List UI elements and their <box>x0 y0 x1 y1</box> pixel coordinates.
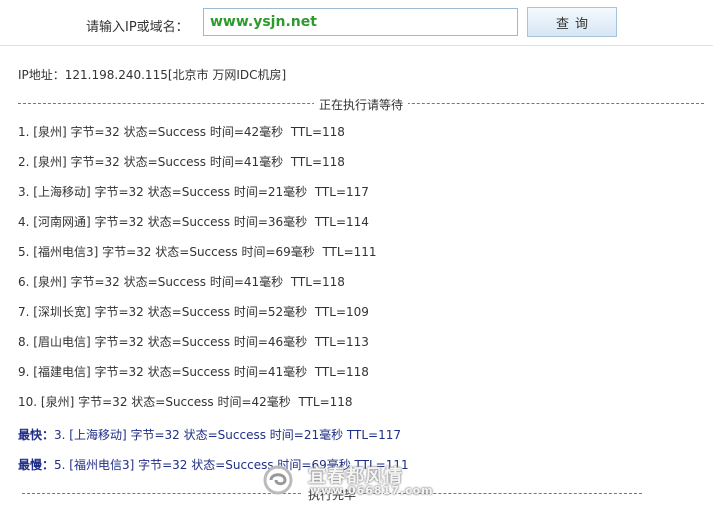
result-bytes: 字节=32 <box>94 335 144 349</box>
result-status: 状态=Success <box>147 365 231 379</box>
ip-address-info: IP地址：121.198.240.115[北京市 万网IDC机房] <box>18 68 287 82</box>
result-location: [福建电信] <box>33 365 91 379</box>
result-status: 状态=Success <box>147 335 231 349</box>
watermark-url: www.066817.com <box>310 484 434 497</box>
result-location: [泉州] <box>33 125 67 139</box>
result-status: 状态=Success <box>131 395 214 409</box>
result-bytes: 字节=32 <box>94 305 144 319</box>
watermark: 宜春都风情 www.066817.com <box>262 460 454 500</box>
result-row: 10. [泉州] 字节=32 状态=Success 时间=42毫秒 TTL=11… <box>18 396 377 426</box>
result-bytes: 字节=32 <box>94 365 144 379</box>
result-ttl: TTL=111 <box>322 245 377 259</box>
result-time: 时间=41毫秒 <box>209 155 284 169</box>
result-bytes: 字节=32 <box>70 275 120 289</box>
ping-results-list: 1. [泉州] 字节=32 状态=Success 时间=42毫秒 TTL=118… <box>18 126 377 426</box>
result-status: 状态=Success <box>123 125 207 139</box>
result-row: 1. [泉州] 字节=32 状态=Success 时间=42毫秒 TTL=118 <box>18 126 377 156</box>
result-time: 时间=41毫秒 <box>233 365 308 379</box>
result-index: 4. <box>18 215 30 229</box>
result-row: 8. [眉山电信] 字节=32 状态=Success 时间=46毫秒 TTL=1… <box>18 336 377 366</box>
swirl-logo-icon <box>263 465 293 495</box>
result-location: [泉州] <box>33 155 67 169</box>
divider-running-text: 正在执行请等待 <box>313 98 408 112</box>
result-index: 2. <box>18 155 30 169</box>
search-label: 请输入IP或域名： <box>86 20 189 35</box>
search-input[interactable] <box>203 8 518 36</box>
result-bytes: 字节=32 <box>94 215 144 229</box>
search-bar: 请输入IP或域名： 查询 <box>0 0 713 46</box>
result-row: 9. [福建电信] 字节=32 状态=Success 时间=41毫秒 TTL=1… <box>18 366 377 396</box>
result-index: 1. <box>18 125 30 139</box>
result-location: [上海移动] <box>33 185 91 199</box>
result-time: 时间=21毫秒 <box>233 185 308 199</box>
result-status: 状态=Success <box>147 305 231 319</box>
result-row: 6. [泉州] 字节=32 状态=Success 时间=41毫秒 TTL=118 <box>18 276 377 306</box>
result-ttl: TTL=113 <box>314 335 369 349</box>
result-index: 5. <box>18 245 30 259</box>
result-time: 时间=42毫秒 <box>209 125 284 139</box>
result-row: 2. [泉州] 字节=32 状态=Success 时间=41毫秒 TTL=118 <box>18 156 377 186</box>
result-bytes: 字节=32 <box>70 125 120 139</box>
result-bytes: 字节=32 <box>70 155 120 169</box>
result-time: 时间=69毫秒 <box>241 245 315 259</box>
result-location: [眉山电信] <box>33 335 91 349</box>
result-ttl: TTL=117 <box>314 185 369 199</box>
result-index: 3. <box>18 185 30 199</box>
result-status: 状态=Success <box>123 275 207 289</box>
result-index: 7. <box>18 305 30 319</box>
query-button[interactable]: 查询 <box>527 7 617 37</box>
result-ttl: TTL=114 <box>314 215 369 229</box>
result-index: 9. <box>18 365 30 379</box>
result-row: 7. [深圳长宽] 字节=32 状态=Success 时间=52毫秒 TTL=1… <box>18 306 377 336</box>
result-location: [泉州] <box>40 395 75 409</box>
result-time: 时间=42毫秒 <box>217 395 291 409</box>
result-ttl: TTL=109 <box>314 305 369 319</box>
result-index: 8. <box>18 335 30 349</box>
fastest-result: 最快：3. [上海移动] 字节=32 状态=Success 时间=21毫秒 TT… <box>18 426 401 443</box>
result-time: 时间=36毫秒 <box>233 215 308 229</box>
result-row: 5. [福州电信3] 字节=32 状态=Success 时间=69毫秒 TTL=… <box>18 246 377 276</box>
result-status: 状态=Success <box>147 215 231 229</box>
result-status: 状态=Success <box>123 155 207 169</box>
result-status: 状态=Success <box>147 185 231 199</box>
result-status: 状态=Success <box>155 245 238 259</box>
fastest-text: 3. [上海移动] 字节=32 状态=Success 时间=21毫秒 TTL=1… <box>54 428 402 442</box>
result-row: 4. [河南网通] 字节=32 状态=Success 时间=36毫秒 TTL=1… <box>18 216 377 246</box>
result-bytes: 字节=32 <box>94 185 144 199</box>
result-row: 3. [上海移动] 字节=32 状态=Success 时间=21毫秒 TTL=1… <box>18 186 377 216</box>
result-ttl: TTL=118 <box>290 125 345 139</box>
result-ttl: TTL=118 <box>314 365 369 379</box>
result-time: 时间=52毫秒 <box>233 305 308 319</box>
result-time: 时间=41毫秒 <box>209 275 284 289</box>
result-bytes: 字节=32 <box>78 395 128 409</box>
result-index: 10. <box>18 395 38 409</box>
result-location: [泉州] <box>33 275 67 289</box>
fastest-label: 最快： <box>18 428 55 442</box>
result-location: [河南网通] <box>33 215 91 229</box>
result-ttl: TTL=118 <box>290 275 345 289</box>
result-location: [深圳长宽] <box>33 305 91 319</box>
result-time: 时间=46毫秒 <box>233 335 308 349</box>
divider-running: 正在执行请等待 <box>18 96 704 112</box>
result-index: 6. <box>18 275 30 289</box>
result-ttl: TTL=118 <box>290 155 345 169</box>
result-ttl: TTL=118 <box>298 395 353 409</box>
result-bytes: 字节=32 <box>102 245 152 259</box>
slowest-label: 最慢： <box>18 458 55 472</box>
result-location: [福州电信3] <box>33 245 99 259</box>
